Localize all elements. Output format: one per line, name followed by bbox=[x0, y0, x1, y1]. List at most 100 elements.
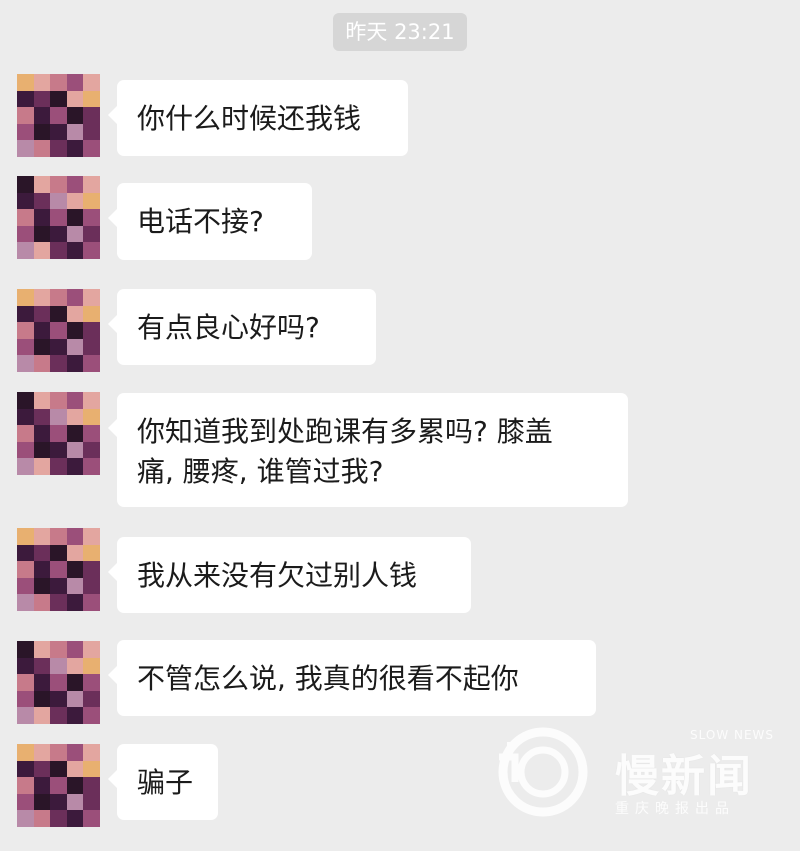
watermark-subtitle: 重庆晚报出品 bbox=[615, 801, 735, 817]
message-bubble[interactable]: 电话不接? bbox=[108, 183, 312, 260]
avatar[interactable] bbox=[17, 74, 100, 157]
avatar-pixel bbox=[17, 242, 34, 259]
avatar-pixel bbox=[83, 744, 100, 761]
avatar-pixel bbox=[17, 577, 34, 595]
avatar-pixel bbox=[66, 107, 84, 124]
avatar-pixel bbox=[66, 674, 84, 691]
avatar-pixel bbox=[17, 544, 34, 562]
avatar-pixel bbox=[33, 392, 51, 409]
message-bubble[interactable]: 你什么时候还我钱 bbox=[108, 80, 408, 156]
avatar-pixel bbox=[17, 744, 34, 761]
avatar-pixel bbox=[83, 561, 100, 578]
message-bubble[interactable]: 不管怎么说, 我真的很看不起你 bbox=[108, 640, 596, 716]
avatar-pixel bbox=[33, 544, 51, 562]
avatar-pixel bbox=[17, 690, 34, 708]
avatar-pixel bbox=[66, 544, 84, 562]
avatar-pixel bbox=[33, 242, 51, 259]
avatar-pixel bbox=[50, 107, 67, 124]
avatar-pixel bbox=[33, 561, 51, 578]
avatar-pixel bbox=[66, 441, 84, 459]
avatar-pixel bbox=[33, 657, 51, 675]
avatar-pixel bbox=[83, 305, 100, 323]
message-bubble[interactable]: 有点良心好吗? bbox=[108, 289, 376, 365]
avatar[interactable] bbox=[17, 289, 100, 372]
avatar-pixel bbox=[17, 674, 34, 691]
avatar-pixel bbox=[83, 74, 100, 91]
avatar-pixel bbox=[33, 594, 51, 611]
avatar-pixel bbox=[66, 528, 84, 545]
avatar-pixel bbox=[33, 425, 51, 442]
avatar-pixel bbox=[33, 641, 51, 658]
avatar-pixel bbox=[66, 657, 84, 675]
avatar-pixel bbox=[83, 90, 100, 108]
avatar-pixel bbox=[50, 641, 67, 658]
avatar-pixel bbox=[50, 322, 67, 339]
avatar-pixel bbox=[17, 777, 34, 794]
avatar-pixel bbox=[17, 641, 34, 658]
avatar-pixel bbox=[50, 810, 67, 827]
avatar-pixel bbox=[50, 305, 67, 323]
avatar-pixel bbox=[66, 458, 84, 475]
avatar-pixel bbox=[17, 74, 34, 91]
avatar-pixel bbox=[83, 242, 100, 259]
avatar-pixel bbox=[83, 674, 100, 691]
avatar-pixel bbox=[17, 392, 34, 409]
avatar[interactable] bbox=[17, 392, 100, 475]
avatar[interactable] bbox=[17, 744, 100, 827]
avatar-pixel bbox=[17, 594, 34, 611]
avatar-pixel bbox=[66, 690, 84, 708]
avatar-pixel bbox=[33, 744, 51, 761]
avatar-pixel bbox=[50, 74, 67, 91]
avatar-pixel bbox=[66, 594, 84, 611]
avatar[interactable] bbox=[17, 528, 100, 611]
avatar-pixel bbox=[83, 123, 100, 141]
avatar-pixel bbox=[17, 192, 34, 210]
avatar-pixel bbox=[17, 338, 34, 356]
avatar-pixel bbox=[50, 777, 67, 794]
avatar-pixel bbox=[66, 577, 84, 595]
avatar-pixel bbox=[33, 140, 51, 157]
avatar-pixel bbox=[17, 458, 34, 475]
avatar-pixel bbox=[17, 209, 34, 226]
avatar-pixel bbox=[17, 176, 34, 193]
avatar-pixel bbox=[33, 123, 51, 141]
avatar-pixel bbox=[50, 441, 67, 459]
avatar-pixel bbox=[50, 793, 67, 811]
avatar-pixel bbox=[33, 777, 51, 794]
avatar-pixel bbox=[50, 544, 67, 562]
avatar-pixel bbox=[50, 242, 67, 259]
avatar-pixel bbox=[33, 289, 51, 306]
avatar-pixel bbox=[66, 225, 84, 243]
avatar-pixel bbox=[33, 209, 51, 226]
avatar-pixel bbox=[66, 140, 84, 157]
avatar-pixel bbox=[17, 322, 34, 339]
avatar-pixel bbox=[83, 425, 100, 442]
avatar-pixel bbox=[83, 392, 100, 409]
message-text: 骗子 bbox=[137, 766, 194, 799]
avatar-pixel bbox=[33, 577, 51, 595]
avatar-pixel bbox=[33, 74, 51, 91]
avatar-pixel bbox=[17, 760, 34, 778]
avatar-pixel bbox=[66, 289, 84, 306]
message-bubble[interactable]: 我从来没有欠过别人钱 bbox=[108, 537, 471, 613]
avatar-pixel bbox=[66, 408, 84, 426]
avatar-pixel bbox=[33, 176, 51, 193]
message-bubble[interactable]: 你知道我到处跑课有多累吗? 膝盖 痛, 腰疼, 谁管过我? bbox=[108, 393, 628, 507]
avatar-pixel bbox=[17, 123, 34, 141]
avatar-pixel bbox=[17, 528, 34, 545]
chat-timestamp: 昨天 23:21 bbox=[333, 13, 467, 51]
message-bubble[interactable]: 骗子 bbox=[108, 744, 218, 820]
avatar-pixel bbox=[33, 192, 51, 210]
avatar-pixel bbox=[17, 657, 34, 675]
avatar-pixel bbox=[50, 140, 67, 157]
avatar-pixel bbox=[83, 140, 100, 157]
avatar[interactable] bbox=[17, 176, 100, 259]
avatar-pixel bbox=[17, 90, 34, 108]
avatar-pixel bbox=[66, 123, 84, 141]
avatar[interactable] bbox=[17, 641, 100, 724]
avatar-pixel bbox=[17, 225, 34, 243]
message-text: 你什么时候还我钱 bbox=[137, 102, 362, 135]
avatar-pixel bbox=[66, 760, 84, 778]
avatar-pixel bbox=[17, 305, 34, 323]
avatar-pixel bbox=[50, 561, 67, 578]
